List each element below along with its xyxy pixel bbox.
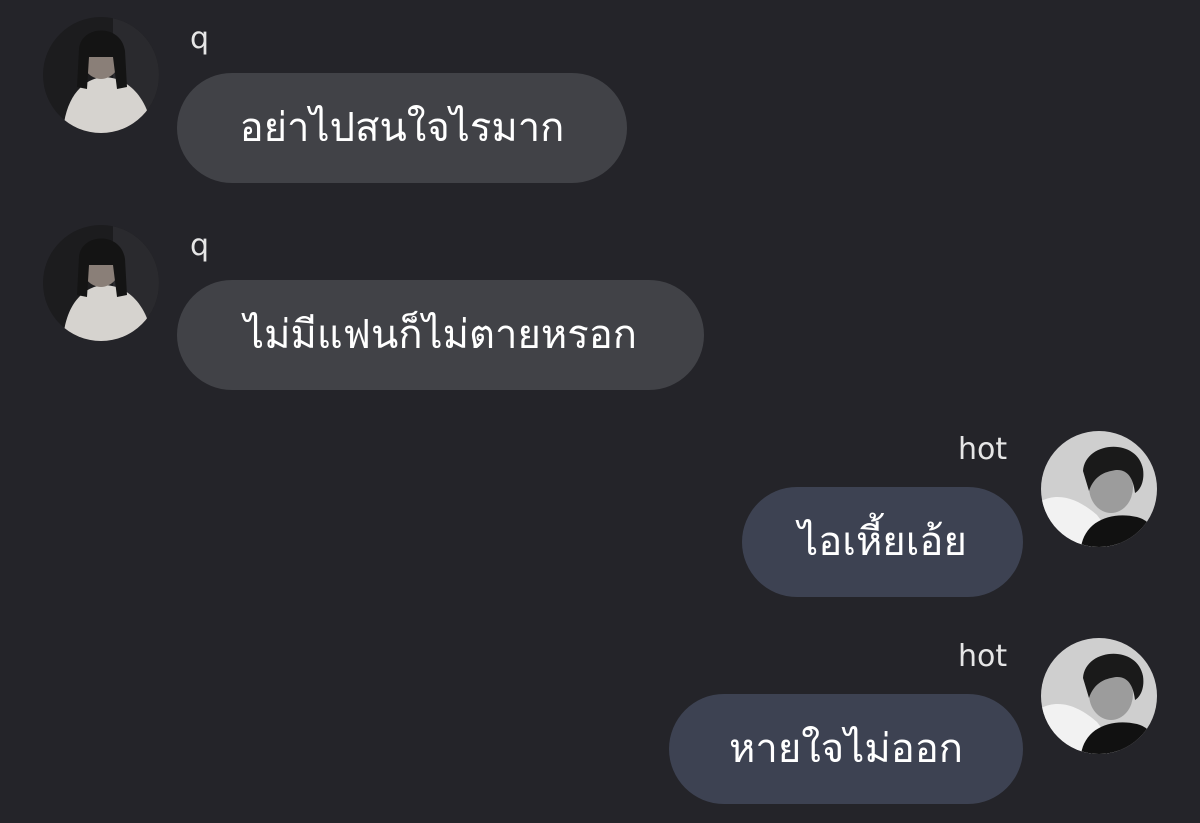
- message-bubble[interactable]: หายใจไม่ออก: [669, 694, 1023, 804]
- avatar[interactable]: [1041, 638, 1157, 754]
- message-row: hot หายใจไม่ออก: [0, 0, 1200, 823]
- sender-name: hot: [958, 639, 1008, 674]
- user-photo-hot-icon: [1041, 638, 1157, 754]
- chat-thread: q อย่าไปสนใจไรมาก q ไม่มีแฟนก็ไม่ตายหรอก…: [0, 0, 1200, 823]
